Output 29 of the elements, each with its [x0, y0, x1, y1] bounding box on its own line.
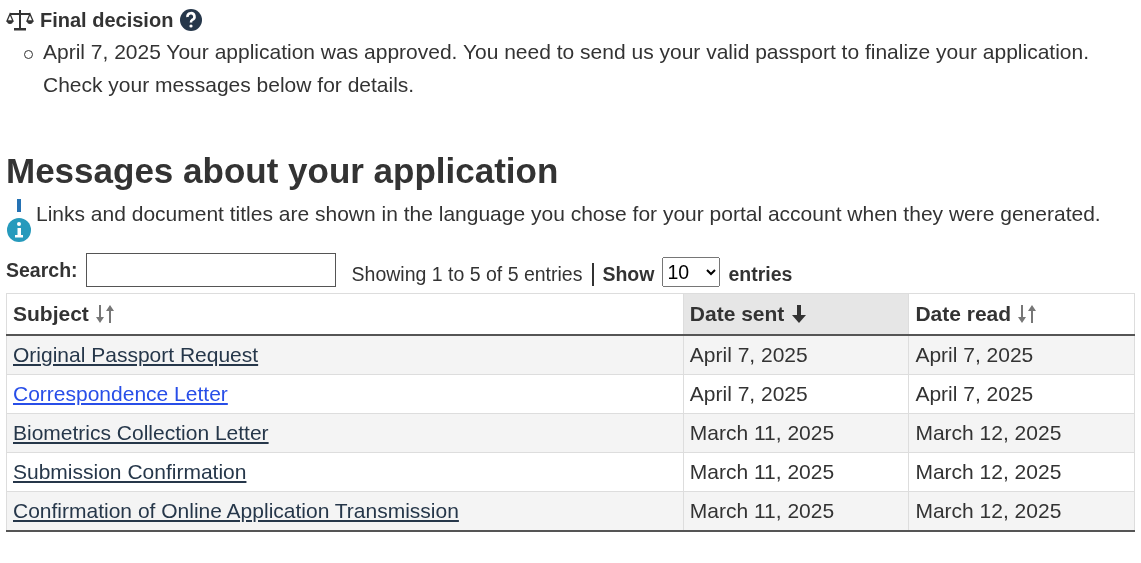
- help-icon[interactable]: [179, 8, 204, 32]
- table-cell: March 11, 2025: [683, 413, 909, 453]
- table-cell: March 11, 2025: [683, 452, 909, 492]
- decision-text: April 7, 2025 Your application was approved. You need to send us your valid passport to finalize your application. Check your messages below for details.: [43, 39, 1091, 98]
- info-icon: [6, 199, 32, 243]
- table-cell: March 12, 2025: [908, 413, 1135, 453]
- search-label: Search:: [6, 258, 78, 282]
- page-size-select[interactable]: 10: [662, 257, 721, 287]
- message-link[interactable]: Correspondence Letter: [13, 382, 228, 405]
- column-header[interactable]: Date sent: [683, 293, 909, 335]
- messages-heading: Messages about your application: [6, 151, 560, 191]
- message-link[interactable]: Submission Confirmation: [13, 460, 247, 483]
- table-cell: March 12, 2025: [908, 452, 1135, 492]
- notice-text: Links and document titles are shown in the language you chose for your portal account when they were generated.: [36, 202, 1101, 226]
- balance-scale-icon: [6, 8, 34, 32]
- column-header[interactable]: Subject: [6, 293, 684, 335]
- search-field[interactable]: [85, 253, 336, 287]
- sort-down-icon: [790, 304, 809, 324]
- sort-icon: [1017, 304, 1038, 324]
- table-cell: April 7, 2025: [908, 374, 1135, 414]
- column-header[interactable]: Date read: [908, 293, 1135, 335]
- entries-info: Showing 1 to 5 of 5 entries: [351, 262, 595, 286]
- table-cell: April 7, 2025: [683, 374, 909, 414]
- section-title: Final decision: [40, 8, 174, 32]
- entries-label: entries: [728, 262, 793, 286]
- show-label: Show: [602, 262, 655, 286]
- table-cell: April 7, 2025: [683, 335, 909, 375]
- table-cell: April 7, 2025: [908, 335, 1135, 375]
- sort-icon: [94, 304, 115, 324]
